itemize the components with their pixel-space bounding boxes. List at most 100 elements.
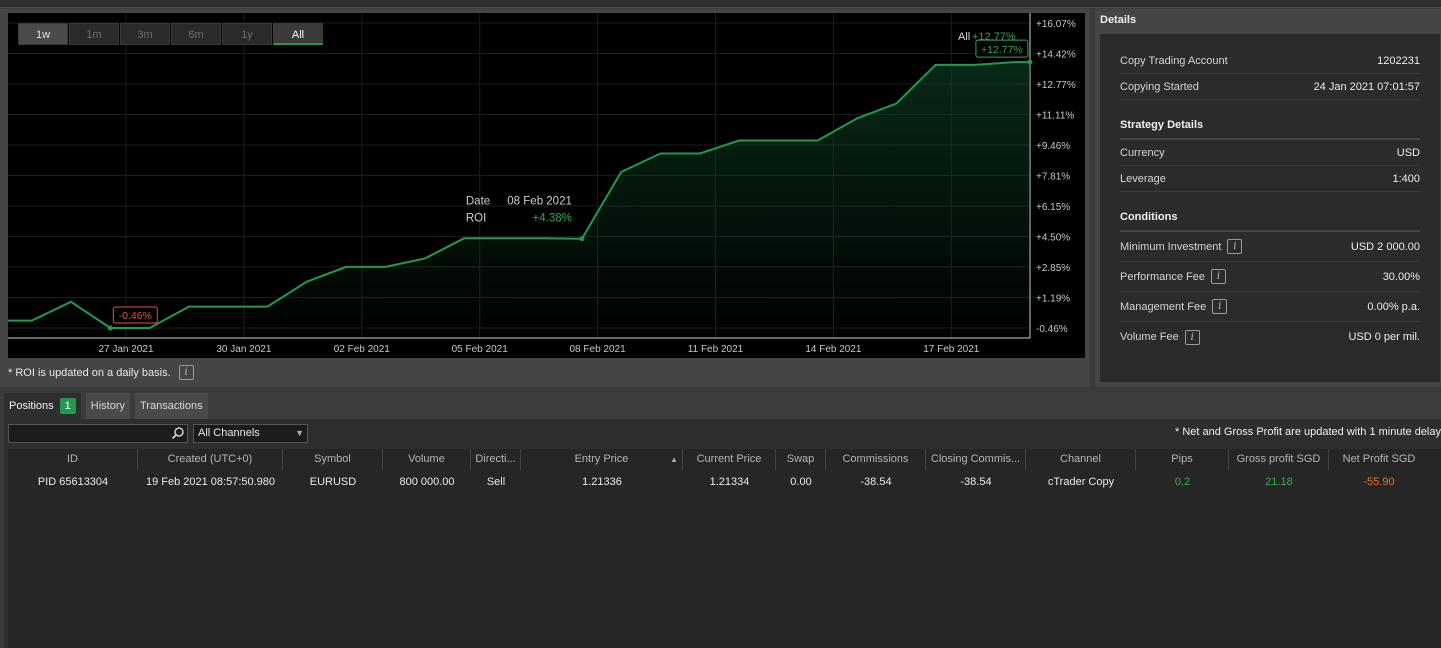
y-tick-label: +2.85% bbox=[1036, 263, 1070, 274]
top-bar bbox=[0, 0, 1441, 8]
details-title: Details bbox=[1100, 14, 1137, 26]
column-header-symbol[interactable]: Symbol bbox=[283, 449, 383, 470]
cell-direction: Sell bbox=[486, 476, 506, 488]
column-header-swap[interactable]: Swap bbox=[776, 449, 826, 470]
cell-gross-profit: 21.18 bbox=[1265, 476, 1293, 488]
y-tick-label: +14.42% bbox=[1036, 49, 1076, 60]
tab-positions[interactable]: Positions 1 bbox=[4, 393, 81, 419]
info-icon[interactable]: i bbox=[1210, 269, 1226, 284]
column-header-gross-profit[interactable]: Gross profit SGD bbox=[1229, 449, 1329, 470]
search-input[interactable] bbox=[8, 424, 188, 443]
profit-delay-note: * Net and Gross Profit are updated with … bbox=[1175, 426, 1441, 438]
detail-value: USD bbox=[1396, 146, 1420, 159]
y-tick-label: +12.77% bbox=[1036, 80, 1076, 91]
column-header-id[interactable]: ID bbox=[8, 449, 138, 470]
cell-commissions: -38.54 bbox=[860, 476, 892, 488]
roi-chart[interactable]: +16.07% +14.42% +12.77% +11.11% +9.46% +7.81%… bbox=[8, 13, 1085, 358]
cell-id: PID 65613304 bbox=[37, 476, 109, 488]
end-roi-badge-text: +12.77% bbox=[981, 44, 1023, 56]
detail-value: 1:400 bbox=[1392, 172, 1420, 185]
detail-label-wrap: Copying Started bbox=[1120, 81, 1199, 93]
detail-label-wrap: Management Fee i bbox=[1120, 299, 1228, 314]
tab-history[interactable]: History bbox=[85, 393, 130, 419]
condition-rows: Minimum Investment i USD 2 000.00 Performan… bbox=[1120, 232, 1420, 352]
detail-row-performance-fee: Performance Fee i 30.00% bbox=[1120, 262, 1420, 292]
x-tick-label: 02 Feb 2021 bbox=[334, 344, 391, 355]
cell-pips: 0.2 bbox=[1174, 476, 1191, 488]
table-row[interactable]: PID 65613304 19 Feb 2021 08:57:50.980 EURU… bbox=[8, 471, 1429, 493]
column-header-label: Swap bbox=[786, 453, 815, 465]
tooltip-date-label: Date bbox=[466, 196, 490, 208]
column-header-label: Channel bbox=[1060, 453, 1101, 465]
detail-label-wrap: Copy Trading Account bbox=[1120, 55, 1228, 67]
channel-select[interactable]: All Channels ▼ bbox=[193, 424, 308, 443]
roi-update-note: * ROI is updated on a daily basis. i bbox=[8, 365, 194, 380]
x-tick-label: 27 Jan 2021 bbox=[98, 344, 153, 355]
range-button-1m[interactable]: 1m bbox=[69, 23, 119, 45]
column-header-label: Entry Price bbox=[574, 453, 629, 465]
info-icon[interactable]: i bbox=[1227, 239, 1243, 254]
column-header-closing-commissions[interactable]: Closing Commis... bbox=[926, 449, 1026, 470]
column-header-label: Volume bbox=[408, 453, 445, 465]
roi-data-point bbox=[1027, 59, 1033, 65]
cell-symbol: EURUSD bbox=[309, 476, 357, 488]
column-header-label: Commissions bbox=[842, 453, 909, 465]
cell-channel: cTrader Copy bbox=[1047, 476, 1115, 488]
info-icon[interactable]: i bbox=[1184, 329, 1200, 345]
column-header-label: Current Price bbox=[696, 453, 762, 465]
column-header-current-price[interactable]: Current Price bbox=[683, 449, 776, 470]
range-button-1w[interactable]: 1w bbox=[18, 23, 68, 45]
detail-value: 0.00% p.a. bbox=[1367, 300, 1420, 313]
detail-value: USD 0 per mil. bbox=[1348, 331, 1420, 343]
column-header-label: Closing Commis... bbox=[930, 453, 1021, 465]
x-tick-label: 08 Feb 2021 bbox=[570, 344, 627, 355]
column-header-net-profit[interactable]: Net Profit SGD bbox=[1329, 449, 1429, 470]
column-header-commissions[interactable]: Commissions bbox=[826, 449, 926, 470]
roi-summary-value: +12.77% bbox=[972, 31, 1016, 43]
search-icon[interactable] bbox=[171, 426, 185, 440]
detail-label-wrap: Performance Fee i bbox=[1120, 269, 1226, 284]
column-header-channel[interactable]: Channel bbox=[1026, 449, 1136, 470]
detail-row-currency: Currency USD bbox=[1120, 140, 1420, 166]
detail-value: 24 Jan 2021 07:01:57 bbox=[1313, 80, 1420, 93]
y-tick-label: +7.81% bbox=[1036, 171, 1070, 182]
account-rows: Copy Trading Account 1202231 Copying Start… bbox=[1120, 34, 1420, 100]
details-box: Copy Trading Account 1202231 Copying Start… bbox=[1100, 34, 1440, 382]
detail-value: 1202231 bbox=[1377, 54, 1420, 67]
detail-value: USD 2 000.00 bbox=[1350, 240, 1420, 253]
column-header-created[interactable]: Created (UTC+0) bbox=[138, 449, 283, 470]
column-header-label: Created (UTC+0) bbox=[167, 453, 253, 465]
column-header-label: Symbol bbox=[314, 453, 351, 465]
range-button-3m[interactable]: 3m bbox=[120, 23, 170, 45]
column-header-pips[interactable]: Pips bbox=[1136, 449, 1229, 470]
x-tick-label: 14 Feb 2021 bbox=[805, 344, 862, 355]
column-header-direction[interactable]: Directi... bbox=[471, 449, 521, 470]
tab-transactions[interactable]: Transactions bbox=[135, 393, 208, 419]
cell-net-profit: -55.90 bbox=[1363, 476, 1395, 488]
column-header-entry-price[interactable]: Entry Price ▲ bbox=[521, 449, 683, 470]
x-tick-label: 11 Feb 2021 bbox=[688, 344, 744, 355]
detail-row-leverage: Leverage 1:400 bbox=[1120, 166, 1420, 192]
column-header-volume[interactable]: Volume bbox=[383, 449, 471, 470]
detail-label-wrap: Leverage bbox=[1120, 173, 1166, 185]
y-tick-label: +1.19% bbox=[1036, 294, 1070, 305]
tooltip-roi-value: +4.38% bbox=[533, 213, 572, 225]
detail-label: Minimum Investment bbox=[1120, 240, 1222, 253]
cell-volume: 800 000.00 bbox=[399, 476, 455, 488]
info-icon[interactable]: i bbox=[178, 365, 194, 380]
detail-row-copying-started: Copying Started 24 Jan 2021 07:01:57 bbox=[1120, 74, 1420, 100]
detail-label: Currency bbox=[1120, 146, 1165, 159]
info-icon[interactable]: i bbox=[1212, 299, 1228, 314]
roi-chart-svg: +16.07% +14.42% +12.77% +11.11% +9.46% +7.81%… bbox=[8, 13, 1076, 355]
conditions-title: Conditions bbox=[1120, 192, 1420, 232]
range-button-group: 1w 1m 3m 6m 1y All bbox=[18, 23, 323, 45]
range-button-all[interactable]: All bbox=[273, 23, 323, 45]
range-button-6m[interactable]: 6m bbox=[171, 23, 221, 45]
roi-data-point bbox=[579, 236, 585, 242]
detail-label: Management Fee bbox=[1120, 300, 1207, 313]
cell-current-price: 1.21334 bbox=[709, 476, 750, 488]
detail-label: Copying Started bbox=[1120, 80, 1199, 93]
channel-select-value: All Channels bbox=[198, 427, 260, 439]
range-button-1y[interactable]: 1y bbox=[222, 23, 272, 45]
detail-value: 30.00% bbox=[1382, 270, 1420, 283]
